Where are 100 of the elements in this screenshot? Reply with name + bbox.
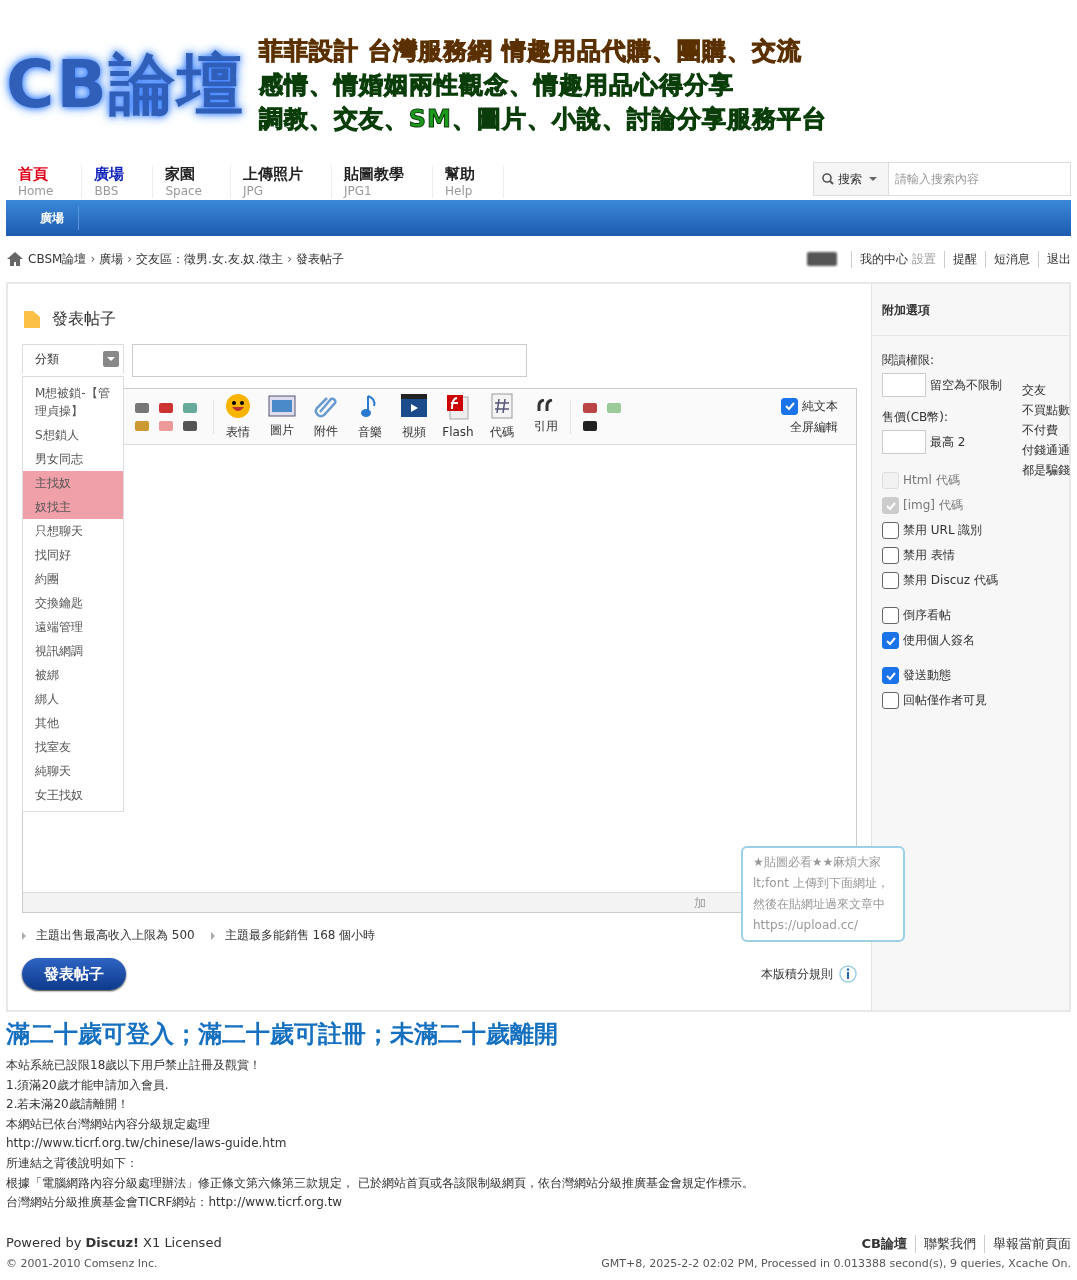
category-option[interactable]: 主找奴 <box>23 471 123 495</box>
nav-item[interactable]: 首頁 Home <box>6 165 83 198</box>
side-note-text: 不付費 <box>1022 422 1059 439</box>
checkbox[interactable] <box>882 632 899 649</box>
side-note-text: 都是騙錢 <box>1022 462 1070 479</box>
toolbar-button[interactable]: Flash <box>438 394 478 439</box>
picture-icon <box>268 394 296 420</box>
fullscreen-link[interactable]: 全屏編輯 <box>790 418 838 436</box>
checkbox[interactable] <box>882 522 899 539</box>
side-note-text: 交友 <box>1022 382 1047 399</box>
slogan-text: 菲菲設計 台灣服務網 情趣用品代購、團購、交流 <box>258 36 804 67</box>
toolbar-button[interactable]: 圖片 <box>262 394 302 439</box>
category-select[interactable]: 分類 <box>22 344 124 374</box>
notice-text: http://www.ticrf.org.tw/chinese/laws-guide.htm <box>6 1135 288 1153</box>
search-type-button[interactable]: 搜索 <box>813 162 889 196</box>
nav-item[interactable]: 貼圖教學 JPG1 <box>332 165 433 198</box>
read-permission-field[interactable] <box>882 373 926 397</box>
breadcrumb-link[interactable]: 發表帖子 <box>296 250 345 268</box>
checkbox[interactable] <box>882 692 899 709</box>
category-option[interactable]: 被綁 <box>23 663 123 687</box>
notice-text: 台灣網站分級推廣基金會TICRF網站：http://www.ticrf.org.tw <box>6 1194 344 1212</box>
subnav-tab[interactable]: 廣場 <box>26 206 79 230</box>
option-checkbox[interactable]: 倒序看帖 <box>882 607 1059 624</box>
footer-link[interactable]: CB論壇 <box>853 1234 907 1253</box>
submit-button[interactable]: 發表帖子 <box>22 958 126 990</box>
field-hint: 留空為不限制 <box>930 376 1002 394</box>
category-option[interactable]: S想鎖人 <box>23 423 123 447</box>
option-checkbox[interactable]: 禁用 URL 識別 <box>882 522 1059 539</box>
toolbar-button[interactable]: 代碼 <box>482 392 522 441</box>
sidebar-title: 附加選項 <box>872 284 1069 336</box>
toolbar-button[interactable]: 音樂 <box>350 392 390 441</box>
nav-item[interactable]: 家園 Space <box>153 165 231 198</box>
breadcrumb-link[interactable]: 廣場 <box>99 250 124 268</box>
option-checkbox[interactable]: 使用個人簽名 <box>882 632 1059 649</box>
footer-link[interactable]: 聯繫我們 <box>915 1234 976 1253</box>
rules-link[interactable]: 本版積分規則 <box>761 965 857 983</box>
field-label: 閱讀權限: <box>882 352 935 369</box>
side-note-text: 不買點數 <box>1022 402 1070 419</box>
category-option[interactable]: 女王找奴 <box>23 783 123 807</box>
user-link[interactable]: 我的中心 <box>860 250 908 268</box>
category-option[interactable]: 奴找主 <box>23 495 123 519</box>
checkbox[interactable] <box>882 607 899 624</box>
slogan-text: 調教、交友、SM、圖片、小說、討論分享服務平台 <box>258 104 827 135</box>
page-title: 發表帖子 <box>52 308 116 330</box>
breadcrumb-separator: › <box>90 252 96 266</box>
category-option[interactable]: 純聊天 <box>23 759 123 783</box>
note-text: 主題最多能銷售 168 個小時 <box>210 927 376 944</box>
category-option[interactable]: 約團 <box>23 567 123 591</box>
footer-link[interactable]: 舉報當前頁面 <box>984 1234 1071 1253</box>
flash-icon <box>446 394 470 423</box>
tooltip: ★貼圖必看★★麻煩大家 lt;font 上傳到下面網址， 然後在貼網址過來文章中 https://upload.cc/ <box>741 846 905 942</box>
checkbox[interactable] <box>882 547 899 564</box>
category-option[interactable]: 找同好 <box>23 543 123 567</box>
notice-text: 本站系統已設限18歲以下用戶禁止註冊及觀賞！ <box>6 1057 263 1074</box>
checkbox[interactable] <box>781 397 798 415</box>
option-checkbox[interactable]: 禁用 表情 <box>882 547 1059 564</box>
toolbar-button[interactable]: 附件 <box>306 393 346 440</box>
notice-text: 2.若未滿20歲請離開！ <box>6 1096 130 1114</box>
notice-text: 1.須滿20歲才能申請加入會員. <box>6 1076 170 1094</box>
subject-field[interactable] <box>132 344 527 377</box>
price-field[interactable] <box>882 430 926 454</box>
user-link[interactable]: 短消息 <box>994 250 1030 268</box>
category-option[interactable]: 找室友 <box>23 735 123 759</box>
category-option[interactable]: 其他 <box>23 711 123 735</box>
notice-heading: 滿二十歲可登入；滿二十歲可註冊；未滿二十歲離開 <box>6 1019 559 1050</box>
option-checkbox[interactable]: 發送動態 <box>882 667 1059 684</box>
field-hint: 最高 2 <box>930 433 966 451</box>
user-link[interactable]: 退出 <box>1047 250 1071 268</box>
checkbox[interactable] <box>882 667 899 684</box>
category-option[interactable]: 視訊網調 <box>23 639 123 663</box>
breadcrumb-link[interactable]: 交友區：徵男.女.友.奴.徵主 <box>136 250 284 268</box>
option-checkbox[interactable]: 禁用 Discuz 代碼 <box>882 572 1059 589</box>
forum-logo[interactable]: CB論壇 <box>6 40 245 130</box>
hash-document-icon <box>491 392 513 422</box>
nav-item[interactable]: 上傳照片 JPG <box>231 165 332 198</box>
note-text: 主題出售最高收入上限為 500 <box>22 927 195 944</box>
checkbox[interactable] <box>882 572 899 589</box>
nav-item[interactable]: 廣場 BBS <box>82 165 154 198</box>
toolbar-button[interactable]: 表情 <box>218 392 258 441</box>
checkmark-icon <box>783 400 796 412</box>
category-option[interactable]: 遠端管理 <box>23 615 123 639</box>
category-option[interactable]: M想被鎖-【管理貞操】 <box>23 381 123 423</box>
stats-text: GMT+8, 2025-2-2 02:02 PM, Processed in 0.013388 second(s), 9 queries, Xcache On. <box>601 1256 1071 1270</box>
breadcrumb-link[interactable]: CBSM論壇 <box>28 250 87 268</box>
search-field[interactable]: 請輸入搜索內容 <box>889 162 1071 196</box>
toolbar-button[interactable]: 視頻 <box>394 392 434 441</box>
option-checkbox[interactable]: 回帖僅作者可見 <box>882 692 1059 709</box>
avatar-placeholder <box>807 252 837 266</box>
category-option[interactable]: 只想聊天 <box>23 519 123 543</box>
side-note-text: 付錢通通 <box>1022 442 1070 459</box>
category-option[interactable]: 綁人 <box>23 687 123 711</box>
category-option[interactable]: 男女同志 <box>23 447 123 471</box>
plain-text-checkbox[interactable]: 純文本 <box>781 397 838 415</box>
category-option[interactable]: 交換鑰匙 <box>23 591 123 615</box>
user-link[interactable]: 提醒 <box>953 250 977 268</box>
breadcrumb-separator: › <box>287 252 293 266</box>
slogan-text: 感情、情婚姻兩性觀念、情趣用品心得分享 <box>258 70 735 101</box>
home-icon[interactable] <box>6 251 24 267</box>
toolbar-button[interactable]: 引用 <box>526 398 566 435</box>
nav-item[interactable]: 幫助 Help <box>433 165 504 198</box>
